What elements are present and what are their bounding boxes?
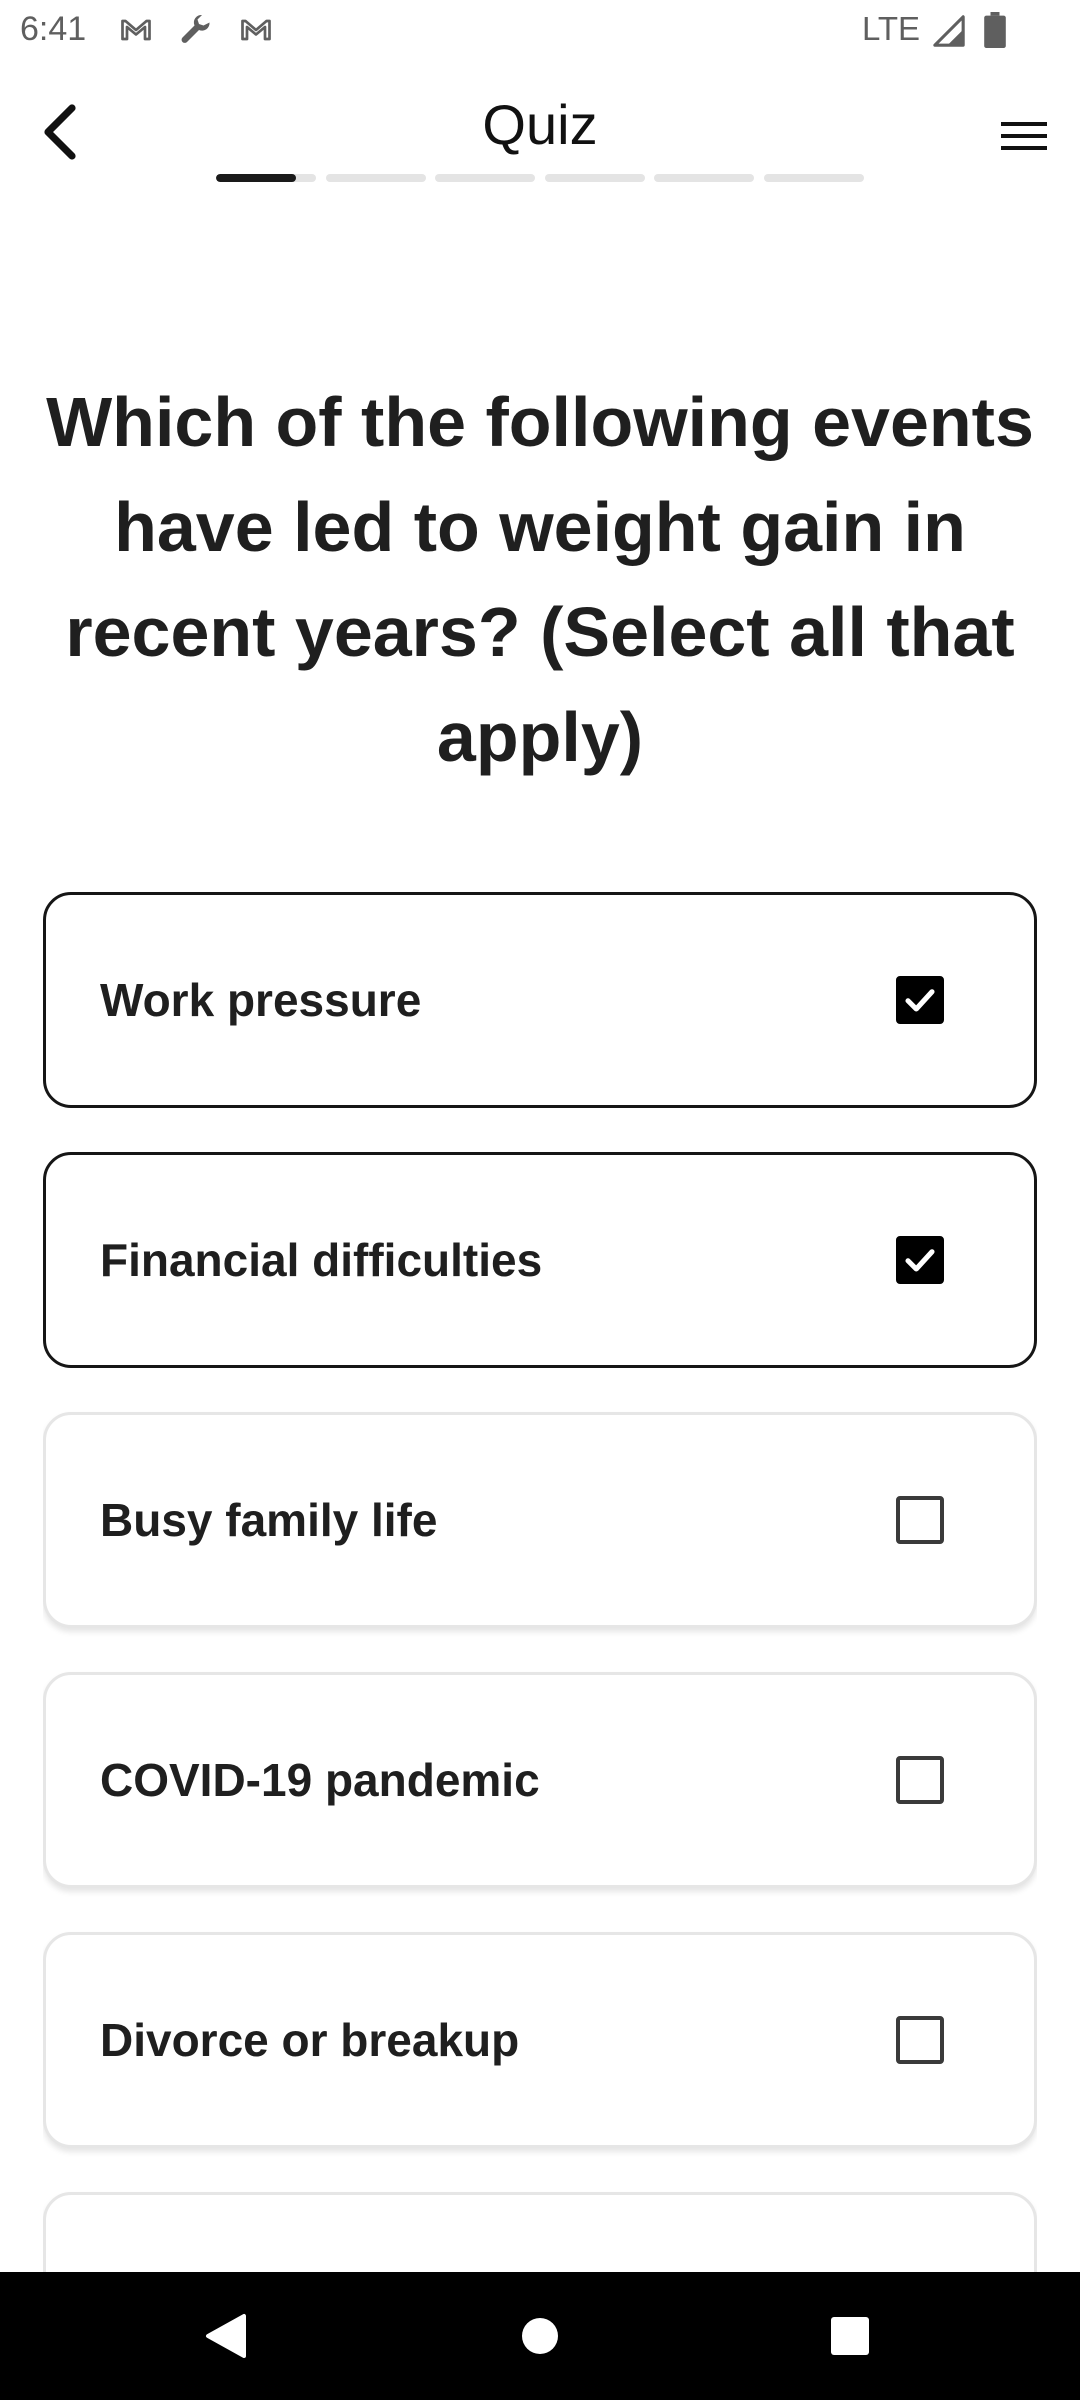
checkbox-unchecked[interactable]: [896, 1756, 944, 1804]
option-divorce-or-breakup[interactable]: Divorce or breakup: [43, 1932, 1037, 2148]
network-type: LTE: [862, 10, 921, 47]
wrench-icon: [178, 12, 214, 48]
checkbox-unchecked[interactable]: [896, 2016, 944, 2064]
progress-segment: [325, 174, 426, 182]
option-busy-family-life[interactable]: Busy family life: [43, 1412, 1037, 1628]
option-financial-difficulties[interactable]: Financial difficulties: [43, 1152, 1037, 1368]
hamburger-menu-icon: [1001, 122, 1047, 150]
progress-segment: [216, 174, 316, 182]
progress-segment: [544, 174, 645, 182]
status-time: 6:41: [20, 10, 87, 48]
gmail-icon: [238, 12, 274, 48]
checkbox-checked[interactable]: [896, 976, 944, 1024]
answer-options-list: Work pressure Financial difficulties Bus…: [43, 892, 1037, 2272]
progress-segment-fill: [216, 174, 296, 182]
option-covid-19-pandemic[interactable]: COVID-19 pandemic: [43, 1672, 1037, 1888]
checkmark-icon: [905, 1249, 935, 1272]
menu-button[interactable]: [988, 100, 1060, 172]
circle-home-icon: [522, 2318, 558, 2354]
back-button[interactable]: [24, 96, 96, 168]
nav-home-button[interactable]: [504, 2300, 576, 2372]
option-label: Divorce or breakup: [100, 2014, 520, 2066]
nav-recents-button[interactable]: [814, 2300, 886, 2372]
battery-icon: [984, 12, 1006, 48]
gmail-icon: [118, 12, 154, 48]
triangle-back-icon: [206, 2314, 246, 2358]
quiz-progress-bar: [216, 174, 864, 182]
signal-icon: [932, 14, 966, 48]
checkmark-icon: [905, 989, 935, 1012]
progress-segment: [764, 174, 864, 182]
option-label: COVID-19 pandemic: [100, 1754, 540, 1806]
checkbox-unchecked[interactable]: [896, 1496, 944, 1544]
progress-segment: [654, 174, 755, 182]
checkbox-checked[interactable]: [896, 1236, 944, 1284]
question-text: Which of the following events have led t…: [46, 383, 1034, 776]
progress-segment: [435, 174, 536, 182]
chevron-left-icon: [44, 104, 76, 160]
option-label: Busy family life: [100, 1494, 438, 1546]
option-label: Work pressure: [100, 974, 422, 1026]
page-title: Quiz: [482, 93, 598, 156]
nav-back-button[interactable]: [190, 2300, 262, 2372]
status-bar: 6:41 LTE: [0, 0, 1080, 62]
option-work-pressure[interactable]: Work pressure: [43, 892, 1037, 1108]
option-label: Financial difficulties: [100, 1234, 543, 1286]
square-recents-icon: [831, 2317, 869, 2355]
system-navigation-bar: [0, 2272, 1080, 2400]
option-partially-visible[interactable]: [43, 2192, 1037, 2272]
